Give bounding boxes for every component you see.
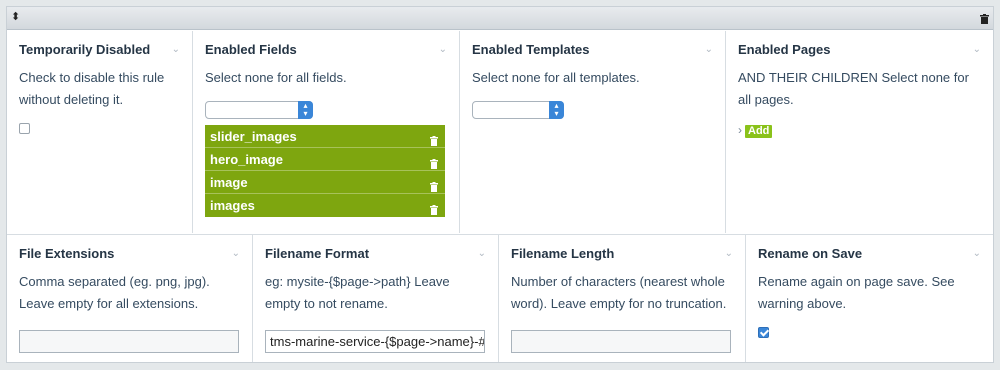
- field-item-label: slider_images: [210, 129, 297, 144]
- file-extensions-description: Comma separated (eg. png, jpg). Leave em…: [19, 274, 210, 311]
- field-item[interactable]: images: [205, 194, 445, 217]
- filename-format-input[interactable]: tms-marine-service-{$page->name}-#: [265, 330, 485, 353]
- field-item[interactable]: image: [205, 171, 445, 194]
- chevron-down-icon[interactable]: ⌄: [973, 248, 981, 259]
- enabled-templates-cell: Enabled Templates ⌄ Select none for all …: [460, 31, 726, 233]
- chevron-down-icon[interactable]: ⌄: [172, 44, 180, 55]
- enabled-templates-select[interactable]: ▴ ▾: [472, 101, 564, 119]
- rule-panel: ⬍ Temporarily Disabled ⌄ Check to disabl…: [6, 6, 994, 363]
- file-extensions-input[interactable]: [19, 330, 239, 353]
- filename-length-input[interactable]: [511, 330, 731, 353]
- enabled-pages-cell: Enabled Pages ⌄ AND THEIR CHILDREN Selec…: [726, 31, 993, 233]
- select-arrows-icon: ▴ ▾: [549, 101, 564, 119]
- field-item[interactable]: hero_image: [205, 148, 445, 171]
- enabled-fields-select[interactable]: ▴ ▾: [205, 101, 313, 119]
- chevron-down-icon[interactable]: ⌄: [705, 44, 713, 55]
- temporarily-disabled-cell: Temporarily Disabled ⌄ Check to disable …: [7, 31, 193, 233]
- select-arrows-icon: ▴ ▾: [298, 101, 313, 119]
- rename-on-save-checkbox[interactable]: [758, 327, 769, 338]
- filename-length-description: Number of characters (nearest whole word…: [511, 274, 727, 311]
- temporarily-disabled-checkbox[interactable]: [19, 123, 30, 134]
- enabled-fields-list: slider_images hero_image image images: [205, 125, 445, 217]
- enabled-fields-description: Select none for all fields.: [205, 70, 347, 85]
- enabled-pages-description: AND THEIR CHILDREN Select none for all p…: [738, 70, 969, 107]
- rename-on-save-cell: Rename on Save ⌄ Rename again on page sa…: [746, 235, 993, 362]
- add-page-link[interactable]: › Add: [738, 123, 981, 138]
- row-2: File Extensions ⌄ Comma separated (eg. p…: [7, 234, 993, 362]
- file-extensions-title: File Extensions: [19, 246, 115, 261]
- field-item-label: image: [210, 175, 248, 190]
- chevron-down-icon[interactable]: ⌄: [439, 44, 447, 55]
- row-1: Temporarily Disabled ⌄ Check to disable …: [7, 31, 993, 233]
- field-item[interactable]: slider_images: [205, 125, 445, 148]
- enabled-fields-title: Enabled Fields: [205, 42, 297, 57]
- trash-icon[interactable]: [430, 199, 438, 222]
- drag-handle-icon[interactable]: ⬍: [11, 10, 20, 24]
- enabled-pages-title: Enabled Pages: [738, 42, 831, 57]
- trash-icon[interactable]: [980, 12, 989, 27]
- filename-length-title: Filename Length: [511, 246, 615, 261]
- enabled-fields-cell: Enabled Fields ⌄ Select none for all fie…: [193, 31, 460, 233]
- filename-format-cell: Filename Format ⌄ eg: mysite-{$page->pat…: [253, 235, 499, 362]
- chevron-down-icon[interactable]: ⌄: [478, 248, 486, 259]
- enabled-templates-title: Enabled Templates: [472, 42, 590, 57]
- chevron-right-icon: ›: [738, 123, 742, 137]
- rename-on-save-description: Rename again on page save. See warning a…: [758, 274, 955, 311]
- file-extensions-cell: File Extensions ⌄ Comma separated (eg. p…: [7, 235, 253, 362]
- rule-toolbar: ⬍: [7, 7, 993, 30]
- filename-format-description: eg: mysite-{$page->path} Leave empty to …: [265, 274, 450, 311]
- chevron-down-icon[interactable]: ⌄: [725, 248, 733, 259]
- temporarily-disabled-title: Temporarily Disabled: [19, 42, 151, 57]
- enabled-templates-description: Select none for all templates.: [472, 70, 640, 85]
- add-page-button[interactable]: Add: [745, 125, 773, 138]
- filename-length-cell: Filename Length ⌄ Number of characters (…: [499, 235, 746, 362]
- chevron-down-icon[interactable]: ⌄: [232, 248, 240, 259]
- filename-format-title: Filename Format: [265, 246, 370, 261]
- field-item-label: images: [210, 198, 255, 213]
- field-item-label: hero_image: [210, 152, 283, 167]
- chevron-down-icon[interactable]: ⌄: [973, 44, 981, 55]
- rename-on-save-title: Rename on Save: [758, 246, 863, 261]
- temporarily-disabled-description: Check to disable this rule without delet…: [19, 70, 165, 107]
